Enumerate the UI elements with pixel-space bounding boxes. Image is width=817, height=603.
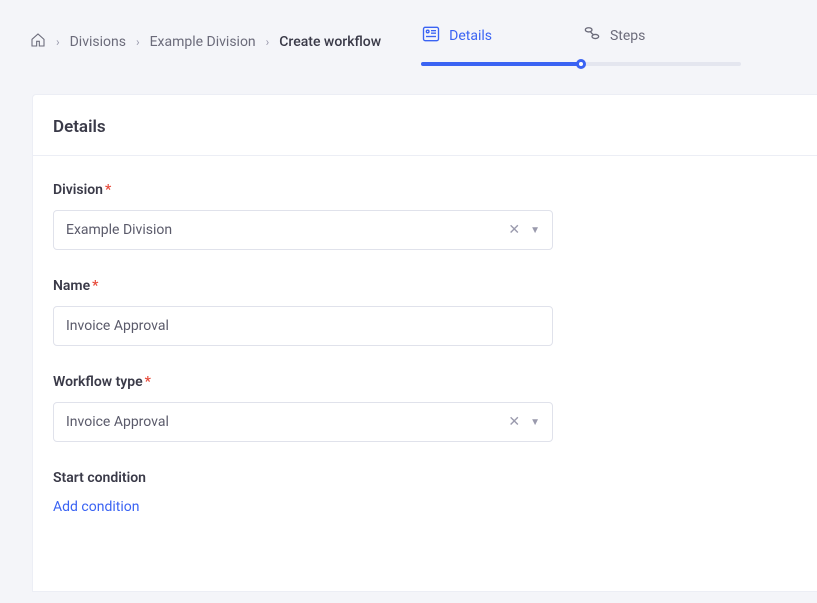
chevron-down-icon[interactable]: ▼ [530, 225, 540, 236]
required-indicator: * [105, 182, 111, 198]
name-input[interactable] [53, 306, 553, 346]
workflow-type-label: Workflow type* [53, 374, 553, 390]
home-icon[interactable] [30, 32, 46, 52]
panel-body: Division* Example Division ✕ ▼ Name* Wor… [33, 156, 817, 541]
field-workflow-type: Workflow type* Invoice Approval ✕ ▼ [53, 374, 553, 442]
chevron-down-icon[interactable]: ▼ [530, 417, 540, 428]
chevron-right-icon: › [266, 35, 270, 49]
wizard-step-label: Steps [610, 28, 645, 44]
breadcrumb: › Divisions › Example Division › Create … [30, 24, 381, 52]
clear-icon[interactable]: ✕ [508, 414, 520, 430]
details-panel: Details Division* Example Division ✕ ▼ N… [32, 94, 817, 592]
chevron-right-icon: › [136, 35, 140, 49]
division-label: Division* [53, 182, 553, 198]
wizard-step-details[interactable]: Details [421, 24, 492, 48]
division-select[interactable]: Example Division ✕ ▼ [53, 210, 553, 250]
add-condition-button[interactable]: Add condition [53, 499, 139, 515]
details-icon [421, 24, 441, 48]
required-indicator: * [92, 278, 98, 294]
breadcrumb-divisions[interactable]: Divisions [70, 34, 126, 50]
wizard-progress [421, 62, 741, 66]
wizard-progress-fill [421, 62, 581, 66]
division-value: Example Division [66, 222, 172, 238]
steps-icon [582, 24, 602, 48]
start-condition-label: Start condition [53, 470, 797, 486]
clear-icon[interactable]: ✕ [508, 222, 520, 238]
required-indicator: * [145, 374, 151, 390]
breadcrumb-example-division[interactable]: Example Division [150, 34, 256, 50]
panel-title: Details [53, 117, 797, 137]
wizard-nav: Details Steps [421, 24, 787, 66]
wizard-progress-knob [576, 59, 586, 69]
field-division: Division* Example Division ✕ ▼ [53, 182, 553, 250]
field-name: Name* [53, 278, 553, 346]
workflow-type-select[interactable]: Invoice Approval ✕ ▼ [53, 402, 553, 442]
panel-header: Details [33, 95, 817, 156]
topbar: › Divisions › Example Division › Create … [0, 0, 817, 66]
name-label: Name* [53, 278, 553, 294]
wizard-step-label: Details [449, 28, 492, 44]
workflow-type-value: Invoice Approval [66, 414, 169, 430]
field-start-condition: Start condition Add condition [53, 470, 797, 515]
breadcrumb-current: Create workflow [279, 34, 381, 50]
wizard-step-steps[interactable]: Steps [582, 24, 645, 48]
chevron-right-icon: › [56, 35, 60, 49]
